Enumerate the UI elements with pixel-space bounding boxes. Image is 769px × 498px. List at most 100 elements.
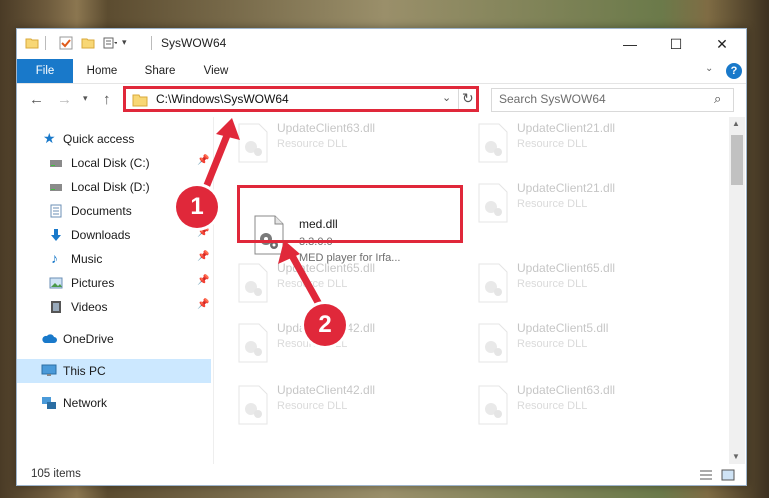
tab-share[interactable]: Share bbox=[137, 59, 183, 83]
step-1-badge: 1 bbox=[176, 186, 218, 228]
file-name: UpdateClient65.dll bbox=[277, 261, 376, 275]
title-bar: ▾ SysWOW64 — ☐ ✕ bbox=[17, 29, 746, 59]
drive-icon bbox=[50, 160, 62, 167]
nav-item-label: Downloads bbox=[71, 228, 131, 242]
dll-file-icon bbox=[238, 385, 268, 425]
pin-icon: 📌 bbox=[197, 299, 210, 310]
documents-icon bbox=[50, 204, 62, 218]
download-arrow-icon bbox=[51, 229, 61, 241]
file-type: Resource DLL bbox=[517, 278, 588, 290]
explorer-window: ▾ SysWOW64 — ☐ ✕ File Home Share View ⌄ … bbox=[16, 28, 747, 486]
nav-item-network[interactable]: Network bbox=[17, 391, 211, 415]
up-arrow-icon[interactable]: ↑ bbox=[103, 91, 111, 108]
nav-item-label: Documents bbox=[71, 204, 132, 218]
help-icon[interactable]: ? bbox=[726, 63, 742, 79]
file-type: Resource DLL bbox=[517, 198, 588, 210]
properties-icon[interactable] bbox=[59, 36, 73, 50]
recent-locations-icon[interactable]: ▾ bbox=[83, 93, 88, 104]
ribbon-tabs: File Home Share View ⌄ ? bbox=[17, 59, 746, 84]
search-input[interactable]: Search SysWOW64 bbox=[499, 92, 606, 106]
network-icon bbox=[42, 397, 56, 409]
dll-file-icon bbox=[478, 263, 508, 303]
star-icon: ★ bbox=[43, 130, 56, 146]
file-list: UpdateClient63.dll Resource DLL UpdateCl… bbox=[219, 117, 729, 464]
file-name: UpdateClient21.dll bbox=[517, 121, 616, 135]
file-highlight-box bbox=[237, 185, 463, 243]
film-icon bbox=[51, 301, 61, 313]
forward-arrow-icon[interactable]: → bbox=[57, 91, 72, 108]
tab-view[interactable]: View bbox=[193, 59, 239, 83]
nav-item-downloads[interactable]: Downloads 📌 bbox=[17, 223, 211, 247]
nav-item-onedrive[interactable]: OneDrive bbox=[17, 327, 211, 351]
pin-icon: 📌 bbox=[197, 155, 210, 166]
scroll-down-icon[interactable]: ▼ bbox=[732, 452, 740, 461]
file-name: UpdateClient65.dll bbox=[517, 261, 616, 275]
search-icon: ⌕ bbox=[714, 91, 722, 106]
address-highlight-box bbox=[123, 86, 479, 112]
file-type: Resource DLL bbox=[277, 138, 348, 150]
dll-file-icon bbox=[238, 323, 268, 363]
new-folder-icon[interactable] bbox=[81, 36, 95, 50]
back-arrow-icon[interactable]: ← bbox=[29, 91, 44, 108]
file-item[interactable]: UpdateClient21.dll Resource DLL bbox=[469, 117, 689, 173]
status-bar: 105 items bbox=[17, 465, 746, 485]
minimize-button[interactable]: — bbox=[607, 29, 653, 59]
pictures-icon bbox=[49, 277, 63, 289]
nav-item-music[interactable]: ♪ Music 📌 bbox=[17, 247, 211, 271]
file-item[interactable]: UpdateClient42.dll Resource DLL bbox=[229, 379, 449, 435]
details-view-icon[interactable] bbox=[699, 469, 713, 481]
file-type: Resource DLL bbox=[517, 400, 588, 412]
dll-file-icon bbox=[478, 323, 508, 363]
nav-item-this-pc[interactable]: This PC bbox=[17, 359, 211, 383]
nav-item-label: OneDrive bbox=[63, 332, 114, 346]
nav-item-videos[interactable]: Videos 📌 bbox=[17, 295, 211, 319]
nav-item-pictures[interactable]: Pictures 📌 bbox=[17, 271, 211, 295]
tab-file[interactable]: File bbox=[17, 59, 73, 83]
dll-file-icon bbox=[478, 385, 508, 425]
file-item[interactable]: UpdateClient65.dll Resource DLL bbox=[469, 257, 689, 313]
dll-file-icon bbox=[238, 263, 268, 303]
nav-item-label: This PC bbox=[63, 364, 106, 378]
dll-file-icon bbox=[478, 123, 508, 163]
scroll-up-icon[interactable]: ▲ bbox=[732, 119, 740, 128]
cloud-icon bbox=[42, 334, 57, 343]
quick-access-dropdown-icon[interactable]: ▾ bbox=[122, 37, 127, 48]
tab-home[interactable]: Home bbox=[79, 59, 125, 83]
file-item[interactable]: UpdateClient63.dll Resource DLL bbox=[229, 117, 449, 173]
customize-toolbar-icon[interactable] bbox=[103, 36, 117, 50]
file-item[interactable]: UpdateClient5.dll Resource DLL bbox=[469, 317, 689, 373]
nav-item-label: Quick access bbox=[63, 132, 135, 146]
nav-item-label: Local Disk (D:) bbox=[71, 180, 150, 194]
file-item[interactable]: UpdateClient63.dll Resource DLL bbox=[469, 379, 689, 435]
nav-item-label: Music bbox=[71, 252, 103, 266]
file-name: UpdateClient63.dll bbox=[277, 121, 376, 135]
file-name: UpdateClient63.dll bbox=[517, 383, 616, 397]
file-name: UpdateClient21.dll bbox=[517, 181, 616, 195]
file-type: Resource DLL bbox=[277, 400, 348, 412]
nav-item-local-disk-c[interactable]: Local Disk (C:) 📌 bbox=[17, 151, 211, 175]
nav-item-label: Local Disk (C:) bbox=[71, 156, 150, 170]
file-item[interactable]: UpdateClient65.dll Resource DLL bbox=[229, 257, 449, 313]
pin-icon: 📌 bbox=[197, 251, 210, 262]
folder-icon bbox=[25, 38, 39, 49]
drive-icon bbox=[50, 184, 62, 191]
large-icons-view-icon[interactable] bbox=[721, 469, 735, 481]
file-type: Resource DLL bbox=[517, 138, 588, 150]
close-button[interactable]: ✕ bbox=[699, 29, 745, 59]
file-type: Resource DLL bbox=[517, 338, 588, 350]
maximize-button[interactable]: ☐ bbox=[653, 29, 699, 59]
nav-item-label: Videos bbox=[71, 300, 108, 314]
music-note-icon: ♪ bbox=[51, 250, 58, 266]
expand-ribbon-icon[interactable]: ⌄ bbox=[705, 63, 713, 74]
file-name: UpdateClient42.dll bbox=[277, 383, 376, 397]
nav-item-label: Pictures bbox=[71, 276, 115, 290]
navigation-pane: ★ Quick access Local Disk (C:) 📌 Local D… bbox=[17, 121, 213, 464]
search-box[interactable]: Search SysWOW64 ⌕ bbox=[491, 88, 734, 112]
nav-item-quick-access[interactable]: ★ Quick access bbox=[17, 127, 211, 151]
dll-file-icon bbox=[238, 123, 268, 163]
dll-file-icon bbox=[478, 183, 508, 223]
monitor-icon bbox=[41, 364, 57, 376]
file-item[interactable]: UpdateClient21.dll Resource DLL bbox=[469, 177, 689, 233]
file-type: Resource DLL bbox=[277, 278, 348, 290]
scrollbar-thumb[interactable] bbox=[731, 135, 743, 185]
